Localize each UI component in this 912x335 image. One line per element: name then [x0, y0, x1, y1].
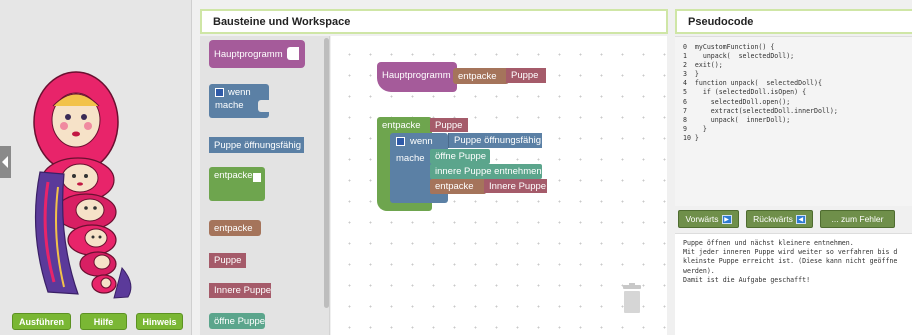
trash-icon[interactable]	[620, 283, 644, 315]
toolbox-unpack-definition-block[interactable]: entpacke	[209, 167, 265, 201]
block-label: entpacke	[458, 70, 497, 82]
pseudocode-header: Pseudocode	[675, 9, 912, 34]
workspace-unpack-recursive-call-block[interactable]: entpacke	[430, 179, 486, 194]
workspace-header: Bausteine und Workspace	[200, 9, 668, 34]
run-button[interactable]: Ausführen	[12, 313, 71, 330]
workspace-extract-inner-doll-block[interactable]: innere Puppe entnehmen	[430, 164, 542, 179]
block-label: Innere Puppe	[214, 285, 272, 296]
workspace-open-doll-block[interactable]: öffne Puppe	[430, 149, 490, 164]
block-slot	[258, 100, 269, 112]
toolbox-open-doll-block[interactable]: öffne Puppe	[209, 313, 265, 329]
workspace-doll-arg-block[interactable]: Puppe	[506, 68, 546, 83]
arrow-left-icon: ◀	[795, 214, 806, 224]
toolbox-if-block[interactable]: wenn mache	[209, 84, 269, 118]
pseudocode-view: 0 myCustomFunction() { 1 unpack( selecte…	[675, 36, 912, 206]
block-label: wenn	[410, 136, 433, 147]
toolbox-scrollbar[interactable]	[324, 38, 329, 308]
hint-button[interactable]: Hinweis	[136, 313, 183, 330]
workspace-doll-param-block[interactable]: Puppe	[430, 118, 468, 132]
block-label: Puppe	[511, 70, 539, 81]
block-label: entpacke	[214, 170, 253, 181]
toolbox-unpack-call-block[interactable]: entpacke	[209, 220, 261, 236]
left-panel: Ausführen Hilfe Hinweis	[0, 0, 192, 335]
block-label: entpacke	[382, 120, 421, 131]
block-label: Puppe	[214, 255, 242, 266]
gear-icon	[215, 88, 224, 97]
action-buttons: Ausführen Hilfe Hinweis	[12, 313, 183, 330]
block-slot	[253, 173, 261, 182]
help-button[interactable]: Hilfe	[80, 313, 127, 330]
block-label: öffne Puppe	[214, 315, 266, 327]
workspace-main-program-block[interactable]: Hauptprogramm	[377, 62, 457, 92]
gear-icon	[396, 137, 405, 146]
block-label: Innere Puppe	[489, 180, 547, 192]
workspace-doll-openable-block[interactable]: Puppe öffnungsfähig	[448, 133, 542, 148]
block-label: Puppe öffnungsfähig	[214, 139, 301, 151]
block-label: Hauptprogramm	[214, 48, 283, 60]
block-label: Puppe	[435, 119, 463, 131]
block-label: entpacke	[435, 181, 474, 192]
toolbox-doll-variable-block[interactable]: Puppe	[209, 253, 246, 268]
block-label: Hauptprogramm	[382, 70, 451, 81]
toolbox-inner-doll-variable-block[interactable]: Innere Puppe	[209, 283, 271, 298]
workspace-inner-doll-arg-block[interactable]: Innere Puppe	[484, 179, 547, 193]
arrow-right-icon: ▶	[721, 214, 732, 224]
matryoshka-dolls-image	[33, 71, 132, 299]
block-label: öffne Puppe	[435, 151, 487, 162]
collapse-panel-button[interactable]	[0, 146, 11, 178]
block-label: Puppe öffnungsfähig	[454, 135, 541, 146]
step-navigation: Vorwärts ▶ Rückwärts ◀ ... zum Fehler	[678, 210, 895, 228]
backward-button[interactable]: Rückwärts ◀	[746, 210, 813, 228]
toolbox-main-program-block[interactable]: Hauptprogramm	[209, 40, 305, 68]
block-label: mache	[215, 100, 244, 111]
button-label: Rückwärts	[753, 214, 793, 224]
block-slot	[287, 47, 299, 60]
workspace-unpack-call-block[interactable]: entpacke	[453, 68, 509, 84]
toolbox-doll-openable-block[interactable]: Puppe öffnungsfähig	[209, 137, 304, 153]
task-description: Puppe öffnen und nächst kleinere entnehm…	[675, 233, 912, 335]
forward-button[interactable]: Vorwärts ▶	[678, 210, 739, 228]
block-label: mache	[396, 153, 425, 164]
button-label: Vorwärts	[685, 214, 719, 224]
go-to-error-button[interactable]: ... zum Fehler	[820, 210, 895, 228]
block-label: wenn	[228, 87, 251, 98]
block-label: entpacke	[214, 222, 253, 234]
block-label: innere Puppe entnehmen	[435, 166, 542, 177]
